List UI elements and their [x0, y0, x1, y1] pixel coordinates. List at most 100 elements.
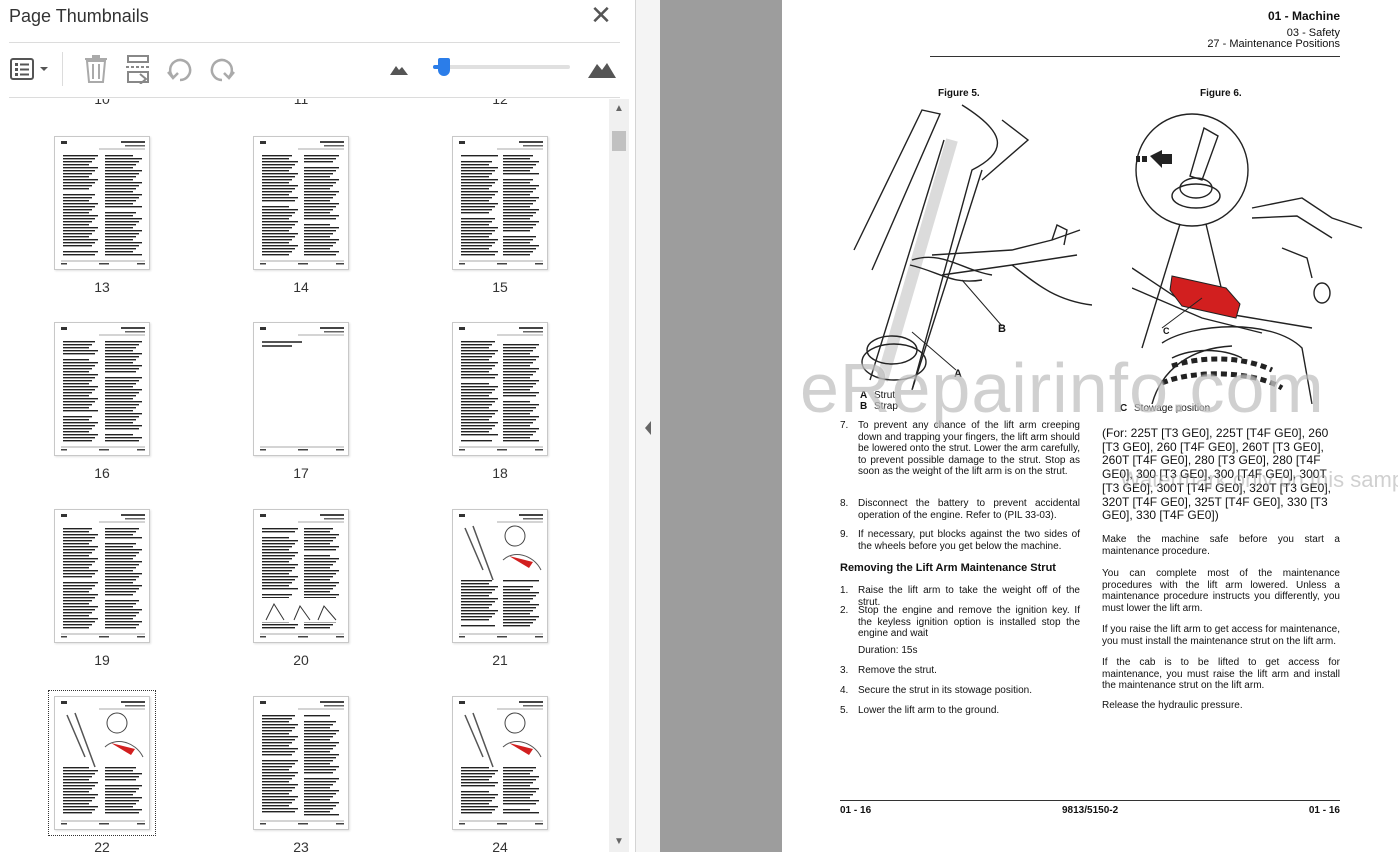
thumbnail-page-number: 15 — [492, 279, 508, 295]
step-text: Secure the strut in its stowage position… — [858, 685, 1032, 696]
page-thumbnail[interactable]: 24 — [452, 696, 548, 852]
figure-5-strut-drawing — [853, 104, 1092, 390]
page-thumbnail[interactable]: 14 — [253, 136, 349, 295]
scrollbar-thumb[interactable] — [612, 131, 626, 151]
zoom-out-thumbnails-button[interactable] — [388, 52, 410, 86]
thumbnail-content-lines — [61, 701, 145, 825]
rotate-counterclockwise-icon — [167, 58, 192, 82]
panel-divider-toolbar — [9, 97, 620, 98]
trash-icon — [85, 55, 107, 83]
figure-5-caption: Figure 5. — [938, 88, 980, 99]
thumbnails-scrollbar[interactable]: ▲ ▼ — [609, 99, 629, 852]
thumbnail-content-lines — [61, 141, 145, 265]
step-number: 4. — [840, 685, 849, 696]
thumb-number-partial: 11 — [293, 99, 309, 107]
thumbnail-page-number: 18 — [492, 465, 508, 481]
step-item: 4. Secure the strut in its stowage posit… — [840, 685, 1080, 697]
thumbnail-page-preview — [452, 136, 548, 270]
figure-6-caption: Figure 6. — [1200, 88, 1242, 99]
thumbnail-page-number: 13 — [94, 279, 110, 295]
collapse-panel-arrow-icon[interactable] — [642, 418, 654, 438]
page-thumbnail[interactable]: 21 — [452, 509, 548, 668]
slider-handle[interactable] — [438, 58, 450, 76]
watermark-main: eRepairinfo.com — [800, 349, 1325, 427]
thumbnail-page-preview — [452, 696, 548, 830]
footer-page-left: 01 - 16 — [840, 805, 872, 816]
list-options-icon — [10, 58, 48, 80]
large-mountain-icon — [588, 63, 616, 78]
step-number: 5. — [840, 705, 849, 716]
thumbnail-content-lines — [260, 701, 344, 825]
pdf-viewer-window: Page Thumbnails ✕ 10 11 12 13 14 15 16 1… — [0, 0, 1398, 852]
panel-divider-top — [9, 42, 620, 43]
step-item: 2. Stop the engine and remove the igniti… — [840, 605, 1080, 641]
thumbnail-page-preview — [452, 509, 548, 643]
footer-rule — [840, 800, 1340, 801]
thumbnail-page-preview — [253, 509, 349, 643]
header-section-title: 01 - Machine — [1267, 9, 1340, 23]
thumbnail-page-preview — [48, 690, 156, 836]
panel-splitter[interactable] — [636, 0, 660, 852]
delete-pages-button[interactable] — [80, 52, 112, 86]
insert-pages-button[interactable] — [122, 52, 154, 86]
thumbnail-page-number: 16 — [94, 465, 110, 481]
page-thumbnail[interactable]: 18 — [452, 322, 548, 481]
step-item: 9. If necessary, put blocks against the … — [840, 529, 1080, 553]
page-thumbnail[interactable]: 23 — [253, 696, 349, 852]
thumbnail-page-preview — [54, 509, 150, 643]
panel-title: Page Thumbnails — [9, 6, 149, 26]
header-topic: 27 - Maintenance Positions — [1207, 38, 1340, 50]
thumbnail-content-lines — [61, 327, 145, 451]
step-text: Disconnect the battery to prevent accide… — [858, 498, 1080, 521]
thumbnail-page-number: 22 — [94, 839, 110, 852]
paragraph: If you raise the lift arm to get access … — [1102, 624, 1340, 647]
paragraph: Release the hydraulic pressure. — [1102, 700, 1243, 711]
thumbnail-options-button[interactable] — [9, 52, 53, 86]
thumbnail-content-lines — [61, 514, 145, 638]
thumbnail-content-lines — [459, 141, 543, 265]
thumb-number-partial: 10 — [94, 99, 110, 107]
page-thumbnail[interactable]: 22 — [48, 690, 156, 852]
watermark-sub: Watermark only on this sample — [1120, 467, 1398, 492]
close-panel-button[interactable]: ✕ — [588, 2, 614, 29]
scroll-up-arrow-icon[interactable]: ▲ — [609, 99, 629, 119]
thumbnail-page-preview — [54, 322, 150, 456]
step-number: 9. — [840, 529, 849, 540]
page-thumbnail[interactable]: 16 — [54, 322, 150, 481]
thumbnail-content-lines — [459, 327, 543, 451]
footer-doc-number: 9813/5150-2 — [1062, 805, 1119, 816]
thumb-number-partial: 12 — [492, 99, 508, 107]
page-thumbnail[interactable]: 17 — [253, 322, 349, 481]
zoom-in-thumbnails-button[interactable] — [586, 52, 618, 86]
figure-5-label-b: B — [998, 323, 1006, 335]
paragraph: You can complete most of the maintenance… — [1102, 568, 1340, 614]
step-text: Lower the lift arm to the ground. — [858, 705, 1000, 716]
page-thumbnail[interactable]: 19 — [54, 509, 150, 668]
duration-text: Duration: 15s — [858, 645, 918, 656]
thumbnail-content-lines — [260, 327, 344, 451]
thumbnail-size-slider[interactable] — [433, 65, 570, 69]
step-item: 8. Disconnect the battery to prevent acc… — [840, 498, 1080, 522]
figure-6-label-c: C — [1163, 326, 1170, 336]
thumbnails-list[interactable]: 10 11 12 13 14 15 16 17 18 19 20 21 22 23 24 — [0, 99, 607, 852]
thumbnail-page-number: 21 — [492, 652, 508, 668]
thumbnail-page-number: 17 — [293, 465, 309, 481]
step-number: 2. — [840, 605, 849, 616]
thumbnail-content-lines — [459, 701, 543, 825]
section-heading: Removing the Lift Arm Maintenance Strut — [840, 562, 1056, 574]
rotate-cw-button[interactable] — [206, 52, 238, 86]
step-text: Remove the strut. — [858, 665, 937, 676]
small-mountain-icon — [390, 66, 408, 75]
rotate-ccw-button[interactable] — [164, 52, 196, 86]
step-item: 3. Remove the strut. — [840, 665, 1080, 677]
footer-page-right: 01 - 16 — [1308, 805, 1340, 816]
step-item: 1. Raise the lift arm to take the weight… — [840, 585, 1080, 608]
page-thumbnail[interactable]: 20 — [253, 509, 349, 668]
scroll-down-arrow-icon[interactable]: ▼ — [609, 832, 629, 852]
thumbnail-page-number: 14 — [293, 279, 309, 295]
paragraph: If the cab is to be lifted to get access… — [1102, 657, 1340, 691]
thumbnail-content-lines — [459, 514, 543, 638]
page-thumbnail[interactable]: 13 — [54, 136, 150, 295]
page-thumbnail[interactable]: 15 — [452, 136, 548, 295]
thumbnail-page-number: 24 — [492, 839, 508, 852]
